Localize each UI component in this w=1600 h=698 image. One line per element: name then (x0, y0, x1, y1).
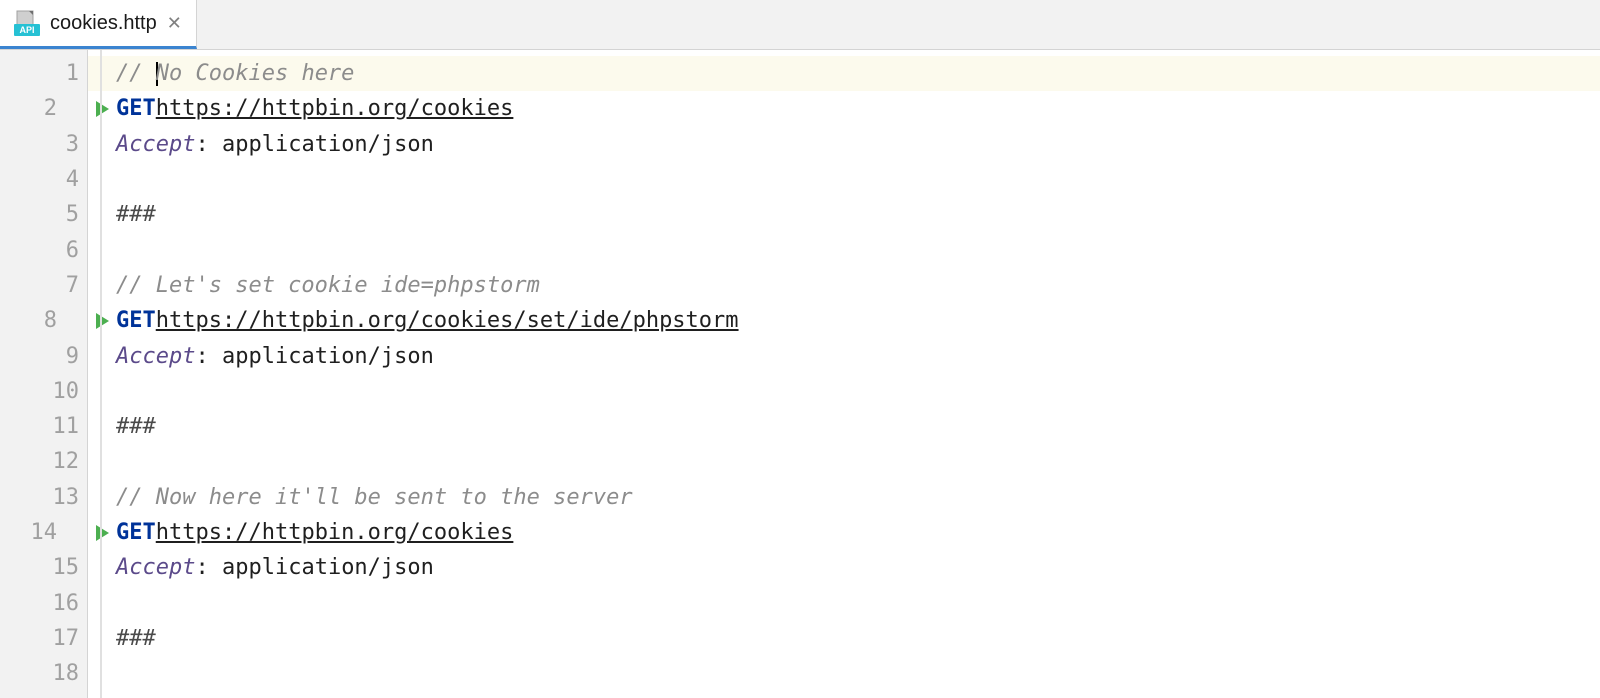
code-line[interactable] (88, 444, 1600, 479)
code-line[interactable] (88, 585, 1600, 620)
request-separator: ### (116, 626, 156, 651)
code-line[interactable] (88, 162, 1600, 197)
code-line[interactable] (88, 656, 1600, 691)
api-file-icon: API (14, 10, 40, 36)
request-separator: ### (116, 202, 156, 227)
gutter-row: 7 (0, 268, 87, 303)
line-number: 12 (45, 449, 79, 474)
header-separator: : (195, 344, 222, 369)
request-url[interactable]: https://httpbin.org/cookies/set/ide/phps… (156, 308, 739, 333)
gutter-row: 18 (0, 656, 87, 691)
line-number: 17 (45, 626, 79, 651)
gutter-row: 16 (0, 585, 87, 620)
gutter-row: 14 (0, 515, 87, 550)
gutter-row: 6 (0, 232, 87, 267)
code-area[interactable]: // No Cookies hereGET https://httpbin.or… (88, 50, 1600, 698)
header-separator: : (195, 555, 222, 580)
http-method: GET (116, 96, 156, 121)
gutter-row: 4 (0, 162, 87, 197)
code-line[interactable]: Accept: application/json (88, 550, 1600, 585)
header-value: application/json (222, 344, 434, 369)
line-number: 6 (45, 238, 79, 263)
line-number: 3 (45, 132, 79, 157)
line-number: 1 (45, 61, 79, 86)
http-method: GET (116, 520, 156, 545)
gutter-row: 10 (0, 374, 87, 409)
line-number: 5 (45, 202, 79, 227)
code-line[interactable]: Accept: application/json (88, 127, 1600, 162)
code-line[interactable]: ### (88, 621, 1600, 656)
line-number: 15 (45, 555, 79, 580)
line-number: 16 (45, 591, 79, 616)
code-line[interactable]: GET https://httpbin.org/cookies/set/ide/… (88, 303, 1600, 338)
request-url[interactable]: https://httpbin.org/cookies (156, 520, 514, 545)
code-line[interactable] (88, 374, 1600, 409)
svg-text:API: API (19, 25, 34, 35)
comment-text: // (116, 61, 156, 86)
code-line[interactable]: GET https://httpbin.org/cookies (88, 91, 1600, 126)
header-value: application/json (222, 132, 434, 157)
tab-filename: cookies.http (50, 12, 157, 35)
line-number: 9 (45, 344, 79, 369)
gutter-row: 11 (0, 409, 87, 444)
close-icon[interactable]: ✕ (167, 13, 182, 34)
gutter-row: 12 (0, 444, 87, 479)
gutter-row: 9 (0, 338, 87, 373)
line-number: 13 (45, 485, 79, 510)
code-line[interactable]: // No Cookies here (88, 56, 1600, 91)
code-line[interactable] (88, 232, 1600, 267)
editor: 123456789101112131415161718 // No Cookie… (0, 50, 1600, 698)
line-number: 7 (45, 273, 79, 298)
comment-text: // Let's set cookie ide=phpstorm (116, 273, 540, 298)
gutter-row: 2 (0, 91, 87, 126)
tab-bar: API cookies.http ✕ (0, 0, 1600, 50)
line-number: 11 (45, 414, 79, 439)
gutter-row: 8 (0, 303, 87, 338)
code-line[interactable]: Accept: application/json (88, 338, 1600, 373)
comment-text: No Cookies here (156, 61, 355, 86)
header-value: application/json (222, 555, 434, 580)
gutter-row: 17 (0, 621, 87, 656)
request-url[interactable]: https://httpbin.org/cookies (156, 96, 514, 121)
gutter-row: 5 (0, 197, 87, 232)
http-method: GET (116, 308, 156, 333)
gutter-row: 15 (0, 550, 87, 585)
gutter: 123456789101112131415161718 (0, 50, 88, 698)
line-number: 2 (23, 96, 57, 121)
code-line[interactable]: GET https://httpbin.org/cookies (88, 515, 1600, 550)
request-separator: ### (116, 414, 156, 439)
gutter-row: 1 (0, 56, 87, 91)
line-number: 8 (23, 308, 57, 333)
code-divider (100, 50, 102, 698)
gutter-row: 13 (0, 480, 87, 515)
line-number: 10 (45, 379, 79, 404)
line-number: 4 (45, 167, 79, 192)
gutter-row: 3 (0, 127, 87, 162)
code-line[interactable]: // Let's set cookie ide=phpstorm (88, 268, 1600, 303)
header-name: Accept (116, 344, 195, 369)
header-separator: : (195, 132, 222, 157)
comment-text: // Now here it'll be sent to the server (116, 485, 633, 510)
line-number: 18 (45, 661, 79, 686)
line-number: 14 (23, 520, 57, 545)
header-name: Accept (116, 555, 195, 580)
header-name: Accept (116, 132, 195, 157)
code-line[interactable]: // Now here it'll be sent to the server (88, 480, 1600, 515)
tab-cookies-http[interactable]: API cookies.http ✕ (0, 0, 197, 49)
code-line[interactable]: ### (88, 197, 1600, 232)
code-line[interactable]: ### (88, 409, 1600, 444)
